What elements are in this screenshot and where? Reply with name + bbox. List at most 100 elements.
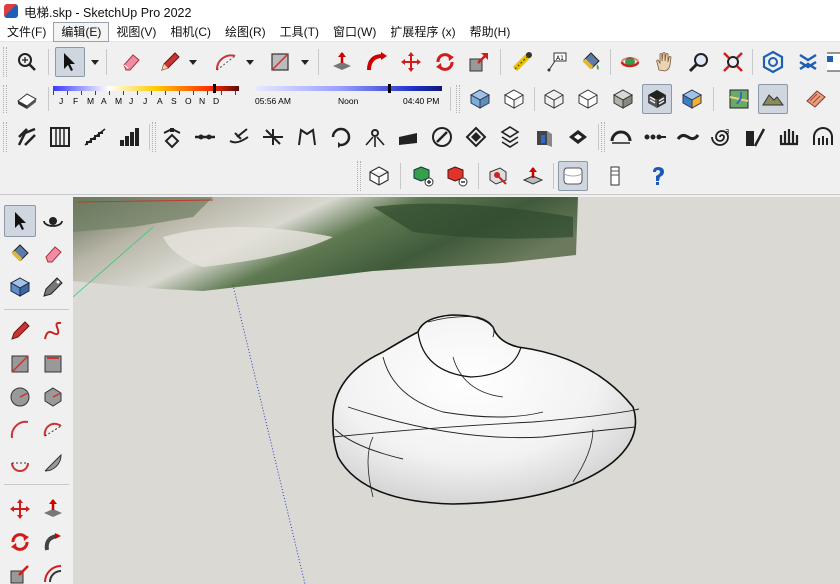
menu-window[interactable]: 窗口(W) — [326, 23, 383, 41]
zoom-extents-icon[interactable] — [12, 47, 42, 77]
layout-icon[interactable] — [827, 47, 840, 77]
polygon-icon[interactable] — [37, 381, 69, 413]
toolbar-grip[interactable] — [3, 122, 7, 152]
toolbar-grip[interactable] — [456, 85, 460, 113]
toolbar-grip[interactable] — [357, 161, 361, 191]
followme-left-icon[interactable] — [37, 526, 69, 558]
pie-icon[interactable] — [37, 447, 69, 479]
orbit-left-icon[interactable] — [37, 205, 69, 237]
plugin-tool-20-icon[interactable] — [808, 122, 838, 152]
plugin-tool-1-icon[interactable] — [157, 122, 187, 152]
pencil-line-icon[interactable] — [155, 47, 185, 77]
pushpull-left-icon[interactable] — [37, 493, 69, 525]
plugin-tool-16-icon[interactable] — [673, 122, 703, 152]
menu-edit[interactable]: 编辑(E) — [53, 21, 110, 42]
plugin-tool-7-icon[interactable] — [360, 122, 390, 152]
help-icon[interactable] — [643, 161, 673, 191]
push-hole-icon[interactable] — [483, 161, 513, 191]
building-icon[interactable] — [801, 84, 831, 114]
textures-icon[interactable] — [642, 84, 672, 114]
orbit-icon[interactable] — [615, 47, 645, 77]
rectangle-dropdown-icon[interactable] — [300, 47, 310, 77]
plugin-tool-13-icon[interactable] — [563, 122, 593, 152]
plugin-tool-17-icon[interactable]: 3 — [707, 122, 737, 152]
wireframe-icon[interactable] — [539, 84, 569, 114]
terrain-icon[interactable] — [758, 84, 788, 114]
line-dropdown-icon[interactable] — [188, 47, 198, 77]
menu-tools[interactable]: 工具(T) — [273, 23, 326, 41]
plugin-tool-18-icon[interactable] — [740, 122, 770, 152]
arc-icon[interactable] — [211, 47, 241, 77]
scale-left-icon[interactable] — [4, 558, 36, 584]
plugin-tool-8-icon[interactable] — [393, 122, 423, 152]
rectangle-icon[interactable] — [265, 47, 295, 77]
plugin-tool-2-icon[interactable] — [190, 122, 220, 152]
iso-view-icon[interactable] — [364, 161, 394, 191]
plugin-tool-10-icon[interactable] — [461, 122, 491, 152]
toolbar-grip[interactable] — [152, 122, 156, 152]
warehouse-icon[interactable] — [758, 47, 788, 77]
tape-measure-icon[interactable] — [507, 47, 537, 77]
shaded-icon[interactable] — [608, 84, 638, 114]
offset-left-icon[interactable] — [37, 558, 69, 584]
circle-icon[interactable] — [4, 381, 36, 413]
scale-icon[interactable] — [464, 47, 494, 77]
shadow-date-slider[interactable]: JFMAMJJASOND — [53, 84, 239, 110]
stair-ramp-icon[interactable] — [12, 122, 42, 152]
menu-extensions[interactable]: 扩展程序 (x) — [383, 23, 462, 41]
paint-left-icon[interactable] — [4, 238, 36, 270]
toolbar-grip[interactable] — [3, 85, 7, 113]
stairs-icon[interactable] — [80, 122, 110, 152]
hidden-line-icon[interactable] — [573, 84, 603, 114]
plugin-tool-12-icon[interactable] — [529, 122, 559, 152]
rotate-left-icon[interactable] — [4, 526, 36, 558]
pan-hand-icon[interactable] — [649, 47, 679, 77]
dome-model[interactable] — [331, 314, 640, 505]
menu-view[interactable]: 视图(V) — [109, 23, 163, 41]
rotated-rect-icon[interactable] — [37, 348, 69, 380]
menu-camera[interactable]: 相机(C) — [163, 23, 218, 41]
rect-left-icon[interactable] — [4, 348, 36, 380]
remove-component-icon[interactable] — [442, 161, 472, 191]
menu-file[interactable]: 文件(F) — [0, 23, 53, 41]
arc2-icon[interactable] — [37, 414, 69, 446]
monochrome-icon[interactable] — [677, 84, 707, 114]
plugin-tool-9-icon[interactable] — [427, 122, 457, 152]
arc3-icon[interactable] — [4, 447, 36, 479]
text-label-icon[interactable]: A1 — [542, 47, 572, 77]
zoom-icon[interactable] — [684, 47, 714, 77]
paint-bucket-icon[interactable] — [576, 47, 606, 77]
tag-icon[interactable] — [37, 271, 69, 303]
select-arrow-icon[interactable] — [55, 47, 85, 77]
add-component-icon[interactable] — [408, 161, 438, 191]
plugin-tool-3-icon[interactable] — [224, 122, 254, 152]
menu-draw[interactable]: 绘图(R) — [218, 23, 273, 41]
push-pull-icon[interactable] — [327, 47, 357, 77]
eraser-icon[interactable] — [116, 47, 146, 77]
line-left-icon[interactable] — [4, 315, 36, 347]
arc-left-icon[interactable] — [4, 414, 36, 446]
follow-me-icon[interactable] — [362, 47, 392, 77]
extension-warehouse-icon[interactable] — [793, 47, 823, 77]
plugin-tool-4-icon[interactable] — [258, 122, 288, 152]
toolbar-grip[interactable] — [601, 122, 605, 152]
railing-icon[interactable] — [45, 122, 75, 152]
plugin-tool-15-icon[interactable] — [640, 122, 670, 152]
column-icon[interactable] — [600, 161, 630, 191]
move-icon[interactable] — [396, 47, 426, 77]
zoom-window-icon[interactable] — [718, 47, 748, 77]
menu-help[interactable]: 帮助(H) — [463, 23, 518, 41]
back-edges-icon[interactable] — [499, 84, 529, 114]
map-icon[interactable] — [724, 84, 754, 114]
extrude-icon[interactable] — [518, 161, 548, 191]
xray-icon[interactable] — [465, 84, 495, 114]
rotate-icon[interactable] — [430, 47, 460, 77]
shadow-toggle-icon[interactable] — [12, 84, 42, 114]
smooth-icon[interactable] — [558, 161, 588, 191]
select-dropdown-icon[interactable] — [90, 47, 100, 77]
steps-bars-icon[interactable] — [114, 122, 144, 152]
plugin-tool-5-icon[interactable] — [292, 122, 322, 152]
freehand-icon[interactable] — [37, 315, 69, 347]
arc-dropdown-icon[interactable] — [245, 47, 255, 77]
plugin-tool-19-icon[interactable] — [774, 122, 804, 152]
